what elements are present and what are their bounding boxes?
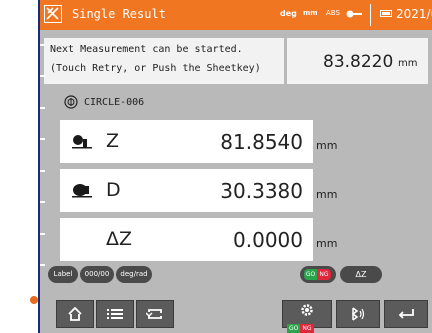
battery-icon <box>380 10 392 17</box>
edge-tick <box>40 201 45 203</box>
format-button[interactable]: 000/00 <box>80 266 114 283</box>
row-value: 0.0000 <box>233 228 303 252</box>
home-icon <box>68 307 82 321</box>
top-value: 83.8220 <box>323 52 394 72</box>
status-dot <box>30 296 38 304</box>
edge-tick <box>40 107 45 109</box>
result-row-d[interactable]: D 30.3380 <box>60 169 313 212</box>
return-icon <box>398 309 414 319</box>
go-ng-button[interactable]: GO NG <box>300 266 336 283</box>
row-name: ΔZ <box>106 228 133 250</box>
circle-icon <box>64 95 78 109</box>
ng-label: NG <box>317 269 331 280</box>
z-axis-icon <box>72 135 92 149</box>
edge-tick <box>40 138 45 140</box>
message-line-2: (Touch Retry, or Push the Sheetkey) <box>50 63 261 74</box>
top-value-panel: 83.8220 mm <box>287 38 428 84</box>
device-screen: Single Result deg mm ABS 2021/07/07 Next… <box>40 0 432 333</box>
header-separator <box>370 4 371 26</box>
abs-indicator: ABS <box>326 9 340 17</box>
top-value-unit: mm <box>398 58 418 69</box>
left-edge-bar <box>38 0 40 333</box>
delta-z-button[interactable]: ΔZ <box>340 266 382 283</box>
date-display: 2021/07/07 <box>396 7 432 21</box>
row-unit: mm <box>316 188 338 201</box>
row-value: 30.3380 <box>220 179 303 203</box>
result-row-delta-z[interactable]: ΔZ 0.0000 <box>60 218 313 261</box>
edge-tick <box>40 75 45 77</box>
settings-go-ng-button[interactable]: GO NG <box>282 300 332 333</box>
row-value: 81.8540 <box>220 130 303 154</box>
edge-tick <box>40 44 45 46</box>
angle-unit-button[interactable]: deg/rad <box>116 266 152 283</box>
go-mini-label: GO <box>287 324 301 333</box>
result-row-z[interactable]: Z 81.8540 <box>60 120 313 163</box>
key-icon <box>346 10 362 18</box>
feature-name: CIRCLE-006 <box>84 97 145 108</box>
bluetooth-transmit-icon <box>351 307 365 321</box>
deg-indicator: deg <box>280 9 297 18</box>
header-bar: Single Result deg mm ABS 2021/07/07 <box>40 0 432 30</box>
list-button[interactable] <box>96 300 134 328</box>
message-line-1: Next Measurement can be started. <box>50 44 243 55</box>
home-button[interactable] <box>56 300 94 328</box>
label-button[interactable]: Label <box>48 266 78 283</box>
row-name: D <box>106 179 121 201</box>
edge-tick <box>40 264 45 266</box>
list-icon <box>107 309 123 319</box>
diameter-icon <box>72 184 92 198</box>
edge-tick <box>40 170 45 172</box>
return-button[interactable] <box>384 300 428 328</box>
row-unit: mm <box>316 237 338 250</box>
retry-icon <box>146 309 162 319</box>
retry-button[interactable] <box>136 300 174 328</box>
transmit-button[interactable] <box>336 300 380 328</box>
go-ng-mini: GO NG <box>287 315 314 333</box>
edge-tick <box>40 233 45 235</box>
row-name: Z <box>106 130 120 152</box>
unit-indicator: mm <box>303 9 318 17</box>
left-margin <box>0 0 40 333</box>
app-icon[interactable] <box>44 5 62 23</box>
message-panel: Next Measurement can be started. (Touch … <box>44 38 284 84</box>
ng-mini-label: NG <box>300 324 314 333</box>
row-unit: mm <box>316 139 338 152</box>
screen-title: Single Result <box>72 7 166 21</box>
go-label: GO <box>304 269 317 280</box>
